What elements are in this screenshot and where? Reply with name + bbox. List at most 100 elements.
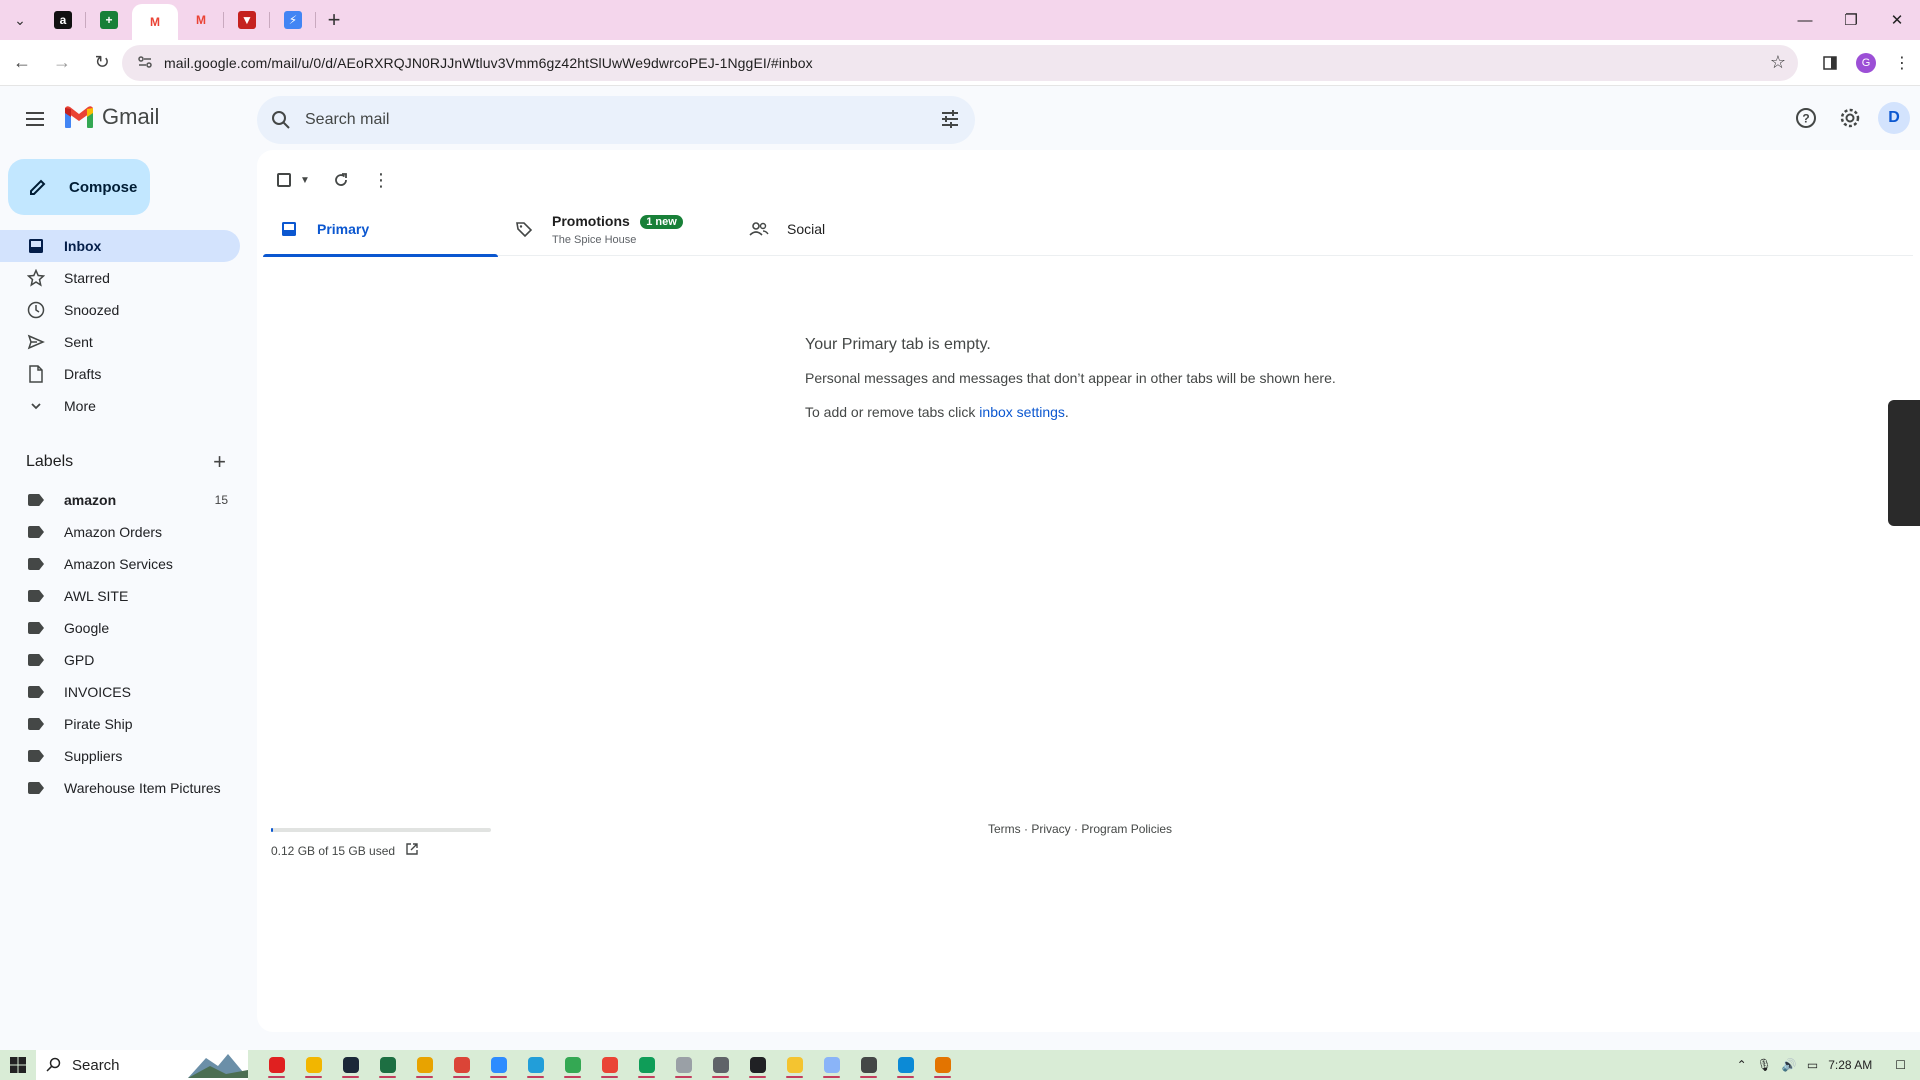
floating-side-widget[interactable] [1888, 400, 1920, 526]
zoom-icon [490, 1057, 507, 1073]
chrome-app-4[interactable] [591, 1050, 628, 1080]
tools-tab[interactable]: ⚡ [270, 0, 316, 40]
edge-app[interactable] [887, 1050, 924, 1080]
hint-suffix: . [1064, 404, 1069, 420]
label-item[interactable]: amazon 15 [0, 484, 240, 516]
label-item[interactable]: Amazon Orders [0, 516, 240, 548]
site-info-icon[interactable] [130, 54, 160, 73]
chrome-app-1[interactable] [406, 1050, 443, 1080]
label-item[interactable]: Google [0, 612, 240, 644]
compose-label: Compose [69, 178, 138, 196]
refresh-icon[interactable] [321, 162, 361, 198]
browser-tabs: a + M M ▼ ⚡ [40, 0, 316, 40]
label-item[interactable]: Amazon Services [0, 548, 240, 580]
sidebar-item-starred[interactable]: Starred [0, 262, 240, 294]
program-policies-link[interactable]: Program Policies [1081, 822, 1172, 836]
obs-icon [749, 1057, 766, 1073]
label-item[interactable]: Pirate Ship [0, 708, 240, 740]
inbox-settings-link[interactable]: inbox settings [979, 404, 1065, 420]
search-input[interactable]: Search mail [305, 111, 389, 129]
amazon-tab[interactable]: a [40, 0, 86, 40]
sidebar-item-more[interactable]: More [0, 390, 240, 422]
excel-app[interactable] [369, 1050, 406, 1080]
profile-button[interactable]: G [1848, 45, 1884, 81]
notifications-icon[interactable]: ☐ [1895, 1058, 1906, 1072]
sheets-tab[interactable]: + [86, 0, 132, 40]
tab-search-dropdown[interactable]: ⌄ [0, 0, 40, 40]
steam-app[interactable] [332, 1050, 369, 1080]
gmail-logo[interactable]: Gmail [64, 104, 159, 130]
back-button[interactable]: ← [4, 45, 40, 81]
chrome-app-5[interactable] [628, 1050, 665, 1080]
paint-app[interactable] [665, 1050, 702, 1080]
select-dropdown-icon[interactable]: ▼ [297, 162, 313, 198]
select-all-checkbox[interactable] [271, 162, 297, 198]
help-icon[interactable]: ? [1784, 96, 1828, 140]
telegram-app[interactable] [517, 1050, 554, 1080]
tab-social[interactable]: Social [733, 202, 968, 256]
side-panel-icon[interactable] [1812, 45, 1848, 81]
main-menu-icon[interactable] [20, 104, 50, 134]
bookmark-tab[interactable]: ▼ [224, 0, 270, 40]
label-icon [28, 718, 44, 730]
label-item[interactable]: Suppliers [0, 740, 240, 772]
open-in-new-icon[interactable] [405, 842, 419, 859]
settings-gear-icon[interactable] [1828, 96, 1872, 140]
inbox-category-tabs: Primary Promotions 1 new The Spice House… [263, 202, 1913, 257]
label-icon [28, 622, 44, 634]
new-tab-button[interactable]: + [316, 0, 352, 40]
tab-primary[interactable]: Primary [263, 202, 498, 257]
zoom-app[interactable] [480, 1050, 517, 1080]
sidebar-item-snoozed[interactable]: Snoozed [0, 294, 240, 326]
notepad-app[interactable] [813, 1050, 850, 1080]
volume-icon[interactable]: 🔊 [1782, 1058, 1797, 1072]
tool-app[interactable] [924, 1050, 961, 1080]
label-name: Amazon Orders [64, 524, 163, 540]
more-actions-icon[interactable]: ⋮ [361, 162, 401, 198]
sticky-notes-app[interactable] [776, 1050, 813, 1080]
search-options-icon[interactable] [939, 108, 961, 135]
battery-icon[interactable]: ▭ [1807, 1058, 1818, 1072]
sidebar-item-drafts[interactable]: Drafts [0, 358, 240, 390]
record-app[interactable] [258, 1050, 295, 1080]
label-item[interactable]: GPD [0, 644, 240, 676]
label-item[interactable]: AWL SITE [0, 580, 240, 612]
settings-app[interactable] [850, 1050, 887, 1080]
tab-promotions-label: Promotions [552, 212, 630, 229]
clock-text[interactable]: 7:28 AM [1828, 1058, 1872, 1072]
file-explorer-app[interactable] [295, 1050, 332, 1080]
chrome-app-3[interactable] [554, 1050, 591, 1080]
privacy-link[interactable]: Privacy [1031, 822, 1070, 836]
bookmark-star-icon[interactable]: ☆ [1770, 52, 1786, 73]
start-button[interactable] [0, 1050, 36, 1080]
search-icon[interactable] [257, 110, 305, 130]
obs-app[interactable] [739, 1050, 776, 1080]
sidebar-item-inbox[interactable]: Inbox [0, 230, 240, 262]
gmail-tab-active[interactable]: M [132, 4, 178, 40]
close-window-button[interactable]: ✕ [1874, 0, 1920, 40]
label-item[interactable]: Warehouse Item Pictures [0, 772, 240, 804]
account-avatar[interactable]: D [1878, 102, 1910, 134]
address-bar[interactable]: mail.google.com/mail/u/0/d/AEoRXRQJN0RJJ… [122, 45, 1798, 81]
minimize-button[interactable]: — [1782, 0, 1828, 40]
microphone-icon[interactable]: 🎙 [1757, 1058, 1772, 1072]
compose-button[interactable]: Compose [8, 159, 150, 215]
sidebar-item-sent[interactable]: Sent [0, 326, 240, 358]
reload-button[interactable]: ↻ [84, 45, 120, 81]
chrome-app-2[interactable] [443, 1050, 480, 1080]
label-item[interactable]: INVOICES [0, 676, 240, 708]
add-label-icon[interactable]: + [213, 449, 226, 475]
search-bar[interactable]: Search mail [257, 96, 975, 144]
browser-menu-icon[interactable]: ⋮ [1884, 45, 1920, 81]
tray-overflow-icon[interactable]: ⌃ [1737, 1058, 1747, 1072]
taskbar-search[interactable]: Search [36, 1050, 248, 1080]
gmail-tab-2[interactable]: M [178, 0, 224, 40]
restore-button[interactable]: ❐ [1828, 0, 1874, 40]
tab-promotions[interactable]: Promotions 1 new The Spice House [498, 202, 733, 256]
forward-button[interactable]: → [44, 45, 80, 81]
terms-link[interactable]: Terms [988, 822, 1021, 836]
tool-icon [934, 1057, 951, 1073]
calculator-app[interactable] [702, 1050, 739, 1080]
search-highlight-image [188, 1054, 248, 1078]
tools-favicon: ⚡ [284, 11, 302, 29]
